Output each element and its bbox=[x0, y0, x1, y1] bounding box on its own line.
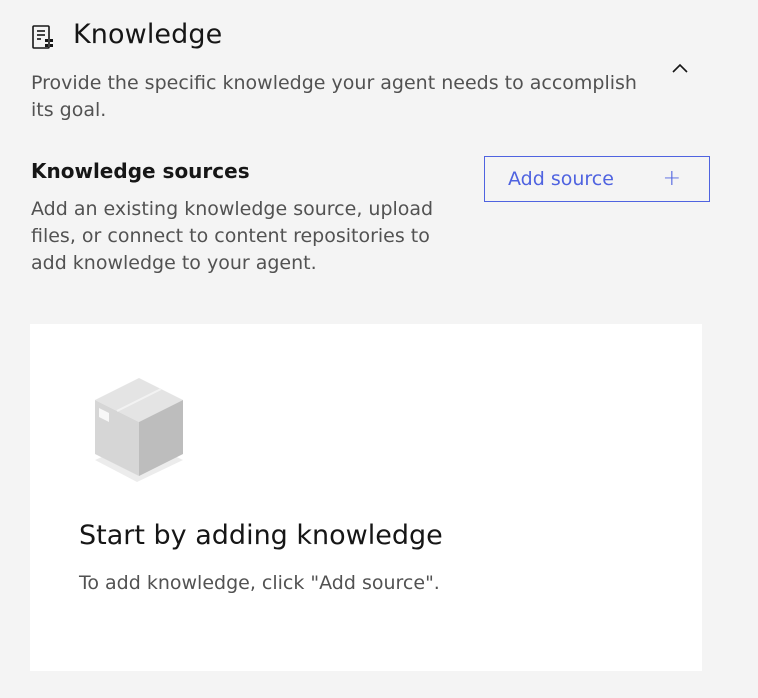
collapse-section-button[interactable] bbox=[666, 56, 694, 80]
section-description: Provide the specific knowledge your agen… bbox=[31, 72, 637, 121]
chevron-up-icon bbox=[672, 63, 688, 73]
knowledge-sources-description: Add an existing knowledge source, upload… bbox=[31, 198, 434, 274]
add-source-button[interactable]: Add source + bbox=[484, 156, 710, 202]
knowledge-sources-heading: Knowledge sources bbox=[31, 159, 250, 183]
section-title: Knowledge bbox=[73, 19, 223, 50]
knowledge-section-icon bbox=[31, 24, 57, 52]
box-icon bbox=[93, 372, 185, 492]
plus-icon: + bbox=[662, 166, 681, 191]
add-source-label: Add source bbox=[508, 168, 614, 190]
empty-state-description: To add knowledge, click "Add source". bbox=[79, 572, 440, 594]
empty-state-card: Start by adding knowledge To add knowled… bbox=[30, 324, 702, 671]
empty-state-title: Start by adding knowledge bbox=[79, 520, 443, 551]
